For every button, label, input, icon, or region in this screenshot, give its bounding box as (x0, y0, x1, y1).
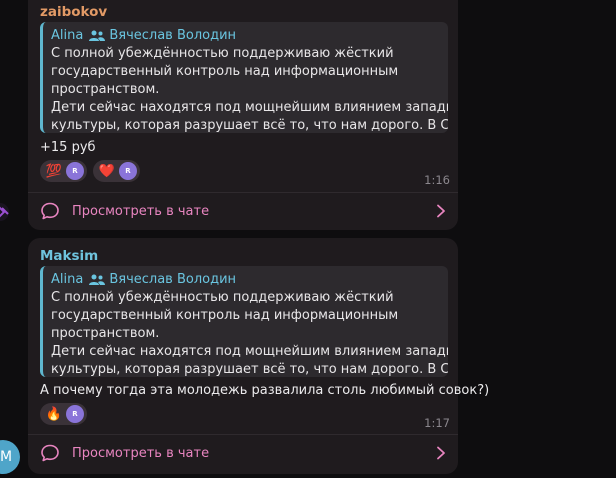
message-bubble[interactable]: zaibokov Alina Вячеслав Володин С полной… (28, 0, 458, 230)
users-icon (89, 274, 106, 285)
chevron-right-icon (437, 446, 445, 460)
reactions: 💯 R ❤️ R (40, 160, 140, 182)
reply-line: государственный контроль над информацион… (51, 64, 399, 79)
reply-line: пространством. (51, 82, 160, 97)
message-text: А почему тогда эта молодежь развалила ст… (40, 383, 490, 398)
reply-line: культуры, которая разрушает всё то, что … (51, 362, 448, 377)
chevron-right-icon (437, 204, 445, 218)
reply-line: пространством. (51, 326, 160, 341)
view-in-chat-label: Просмотреть в чате (72, 445, 210, 461)
reaction-chip[interactable]: ❤️ R (93, 160, 140, 182)
message-bubble-icon (41, 444, 59, 462)
fire-icon: 🔥 (45, 406, 63, 422)
reply-line: Дети сейчас находятся под мощнейшим влия… (51, 344, 448, 359)
hundred-icon: 💯 (45, 163, 63, 179)
heart-icon: ❤️ (98, 163, 116, 179)
view-in-chat-button[interactable]: Просмотреть в чате (28, 435, 458, 471)
reply-chat-name: Вячеслав Володин (109, 28, 237, 43)
chat-feed: zaibokov Alina Вячеслав Володин С полной… (0, 0, 616, 478)
reply-chat-name: Вячеслав Володин (109, 272, 237, 287)
reply-line: Дети сейчас находятся под мощнейшим влия… (51, 100, 448, 115)
message-author[interactable]: Maksim (40, 248, 98, 264)
view-in-chat-label: Просмотреть в чате (72, 203, 210, 219)
reaction-avatar: R (119, 162, 137, 180)
message-text: +15 руб (40, 140, 96, 155)
reply-line: С полной убеждённостью поддерживаю жёстк… (51, 290, 394, 305)
users-icon (89, 30, 106, 41)
message-time: 1:16 (424, 173, 450, 187)
reply-quote[interactable]: Alina Вячеслав Володин С полной убеждённ… (40, 22, 448, 133)
reply-header: Alina Вячеслав Володин (51, 270, 440, 289)
message-time: 1:17 (424, 416, 450, 430)
user-avatar[interactable] (0, 202, 14, 222)
reply-header: Alina Вячеслав Володин (51, 26, 440, 45)
message-bubble[interactable]: Maksim Alina Вячеслав Володин С полной у… (28, 238, 489, 474)
message-author[interactable]: zaibokov (40, 4, 107, 20)
reaction-chip[interactable]: 🔥 R (40, 403, 87, 425)
reply-sender: Alina (51, 272, 84, 287)
reply-sender: Alina (51, 28, 84, 43)
reactions: 🔥 R (40, 403, 87, 425)
message-bubble-icon (41, 202, 59, 220)
reaction-avatar: R (66, 405, 84, 423)
reply-quote[interactable]: Alina Вячеслав Володин С полной убеждённ… (40, 266, 448, 377)
view-in-chat-button[interactable]: Просмотреть в чате (28, 193, 458, 229)
reply-line: государственный контроль над информацион… (51, 308, 399, 323)
reply-line: культуры, которая разрушает всё то, что … (51, 118, 448, 133)
reply-line: С полной убеждённостью поддерживаю жёстк… (51, 46, 394, 61)
reaction-avatar: R (66, 162, 84, 180)
user-avatar[interactable]: M (0, 440, 20, 474)
reaction-chip[interactable]: 💯 R (40, 160, 87, 182)
